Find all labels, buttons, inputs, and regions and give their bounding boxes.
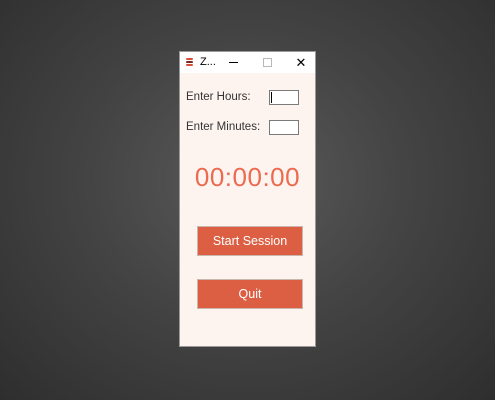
quit-button[interactable]: Quit [197,279,303,309]
maximize-icon [262,58,272,67]
app-icon [186,58,193,67]
app-window: Z... ✕ Enter Hours: Enter Minutes: 00:00… [179,51,316,347]
minimize-button[interactable] [218,52,248,73]
title-bar[interactable]: Z... ✕ [180,52,315,73]
hours-input[interactable] [269,90,299,105]
text-caret [271,92,272,103]
minutes-input[interactable] [269,120,299,135]
minutes-label: Enter Minutes: [186,121,261,133]
maximize-button[interactable] [252,52,282,73]
timer-display: 00:00:00 [194,162,301,192]
hours-label: Enter Hours: [186,91,251,103]
window-title: Z... [200,56,216,68]
start-session-button[interactable]: Start Session [197,226,303,256]
close-icon: ✕ [295,54,307,70]
minimize-icon [228,62,238,63]
close-button[interactable]: ✕ [286,52,316,73]
